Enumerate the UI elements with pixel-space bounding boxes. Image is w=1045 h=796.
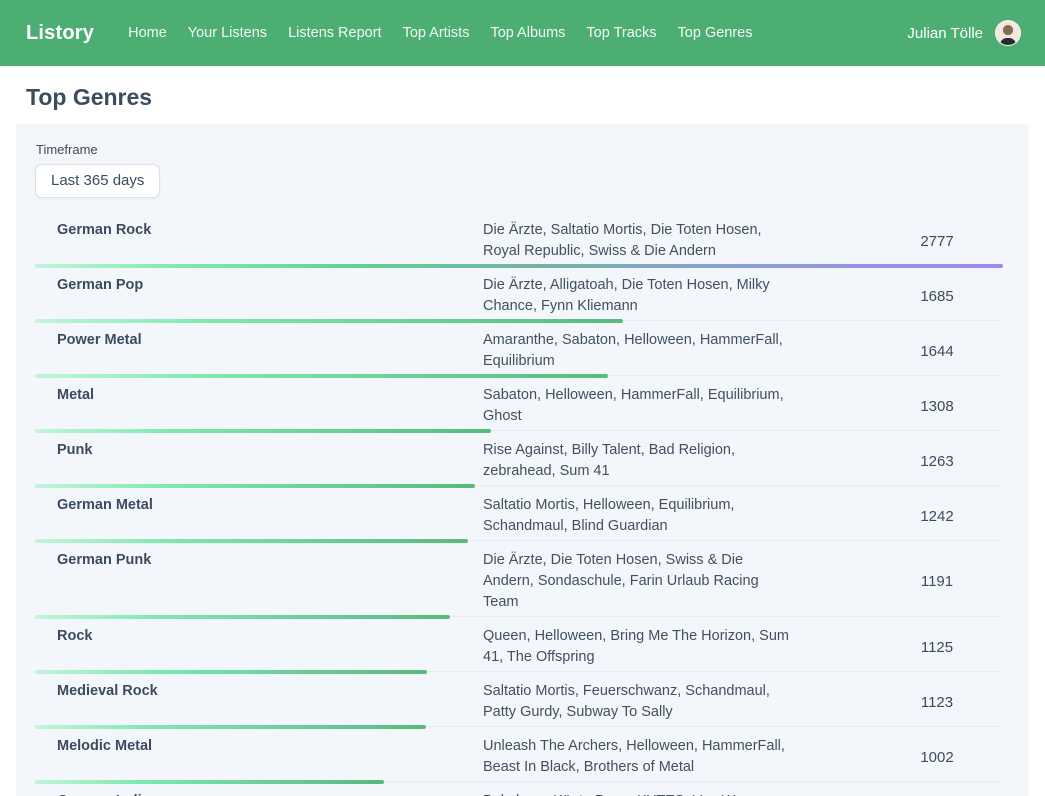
genre-name: German Rock	[35, 220, 483, 262]
genre-artists: Die Ärzte, Saltatio Mortis, Die Toten Ho…	[483, 220, 797, 262]
genre-count: 1242	[871, 508, 1003, 525]
genre-count: 2777	[871, 233, 1003, 250]
table-row: Power Metal Amaranthe, Sabaton, Hellowee…	[35, 321, 1003, 376]
main-content: Timeframe Last 365 days German Rock Die …	[0, 124, 1045, 796]
genre-count: 1125	[871, 639, 1003, 656]
genre-name: German Indie	[35, 791, 483, 796]
table-row: German Pop Die Ärzte, Alligatoah, Die To…	[35, 266, 1003, 321]
genre-artists: Amaranthe, Sabaton, Helloween, HammerFal…	[483, 330, 797, 372]
table-row: German Indie Bukahara, Käptn Peng, KYTES…	[35, 782, 1003, 796]
table-row: Rock Queen, Helloween, Bring Me The Hori…	[35, 617, 1003, 672]
genre-name: Medieval Rock	[35, 681, 483, 723]
table-row: German Punk Die Ärzte, Die Toten Hosen, …	[35, 541, 1003, 617]
app-header: Listory Home Your Listens Listens Report…	[0, 0, 1045, 66]
genre-artists: Queen, Helloween, Bring Me The Horizon, …	[483, 626, 797, 668]
genre-count: 1644	[871, 343, 1003, 360]
genre-artists: Die Ärzte, Alligatoah, Die Toten Hosen, …	[483, 275, 797, 317]
nav-item-top-genres[interactable]: Top Genres	[678, 25, 753, 41]
genre-count: 1191	[871, 573, 1003, 590]
app-logo[interactable]: Listory	[26, 22, 94, 45]
genre-count: 1308	[871, 398, 1003, 415]
nav-item-your-listens[interactable]: Your Listens	[188, 25, 267, 41]
table-row: Punk Rise Against, Billy Talent, Bad Rel…	[35, 431, 1003, 486]
genre-artists: Rise Against, Billy Talent, Bad Religion…	[483, 440, 797, 482]
table-row: Melodic Metal Unleash The Archers, Hello…	[35, 727, 1003, 782]
genre-name: Rock	[35, 626, 483, 668]
main-nav: Home Your Listens Listens Report Top Art…	[128, 25, 752, 41]
genre-name: Power Metal	[35, 330, 483, 372]
table-row: German Metal Saltatio Mortis, Helloween,…	[35, 486, 1003, 541]
table-row: German Rock Die Ärzte, Saltatio Mortis, …	[35, 211, 1003, 266]
nav-item-top-albums[interactable]: Top Albums	[490, 25, 565, 41]
genre-name: Punk	[35, 440, 483, 482]
genre-artists: Bukahara, Käptn Peng, KYTES, Von Wegen L…	[483, 791, 797, 796]
top-genres-panel: Timeframe Last 365 days German Rock Die …	[16, 124, 1029, 796]
timeframe-label: Timeframe	[35, 142, 1003, 157]
genres-table: German Rock Die Ärzte, Saltatio Mortis, …	[35, 211, 1003, 796]
genre-name: Metal	[35, 385, 483, 427]
genre-artists: Saltatio Mortis, Feuerschwanz, Schandmau…	[483, 681, 797, 723]
genre-artists: Sabaton, Helloween, HammerFall, Equilibr…	[483, 385, 797, 427]
table-row: Medieval Rock Saltatio Mortis, Feuerschw…	[35, 672, 1003, 727]
genre-name: German Pop	[35, 275, 483, 317]
page-title: Top Genres	[26, 84, 1045, 111]
nav-item-listens-report[interactable]: Listens Report	[288, 25, 382, 41]
genre-artists: Saltatio Mortis, Helloween, Equilibrium,…	[483, 495, 797, 537]
table-row: Metal Sabaton, Helloween, HammerFall, Eq…	[35, 376, 1003, 431]
genre-artists: Unleash The Archers, Helloween, HammerFa…	[483, 736, 797, 778]
user-name: Julian Tölle	[907, 25, 983, 42]
genre-name: German Metal	[35, 495, 483, 537]
genre-count: 1263	[871, 453, 1003, 470]
genre-artists: Die Ärzte, Die Toten Hosen, Swiss & Die …	[483, 550, 797, 613]
genre-name: Melodic Metal	[35, 736, 483, 778]
nav-item-home[interactable]: Home	[128, 25, 167, 41]
user-menu[interactable]: Julian Tölle	[907, 20, 1021, 46]
nav-item-top-artists[interactable]: Top Artists	[403, 25, 470, 41]
genre-count: 1685	[871, 288, 1003, 305]
timeframe-select[interactable]: Last 365 days	[35, 164, 160, 198]
nav-item-top-tracks[interactable]: Top Tracks	[586, 25, 656, 41]
genre-name: German Punk	[35, 550, 483, 613]
genre-count: 1123	[871, 694, 1003, 711]
genre-count: 1002	[871, 749, 1003, 766]
user-avatar-icon[interactable]	[995, 20, 1021, 46]
